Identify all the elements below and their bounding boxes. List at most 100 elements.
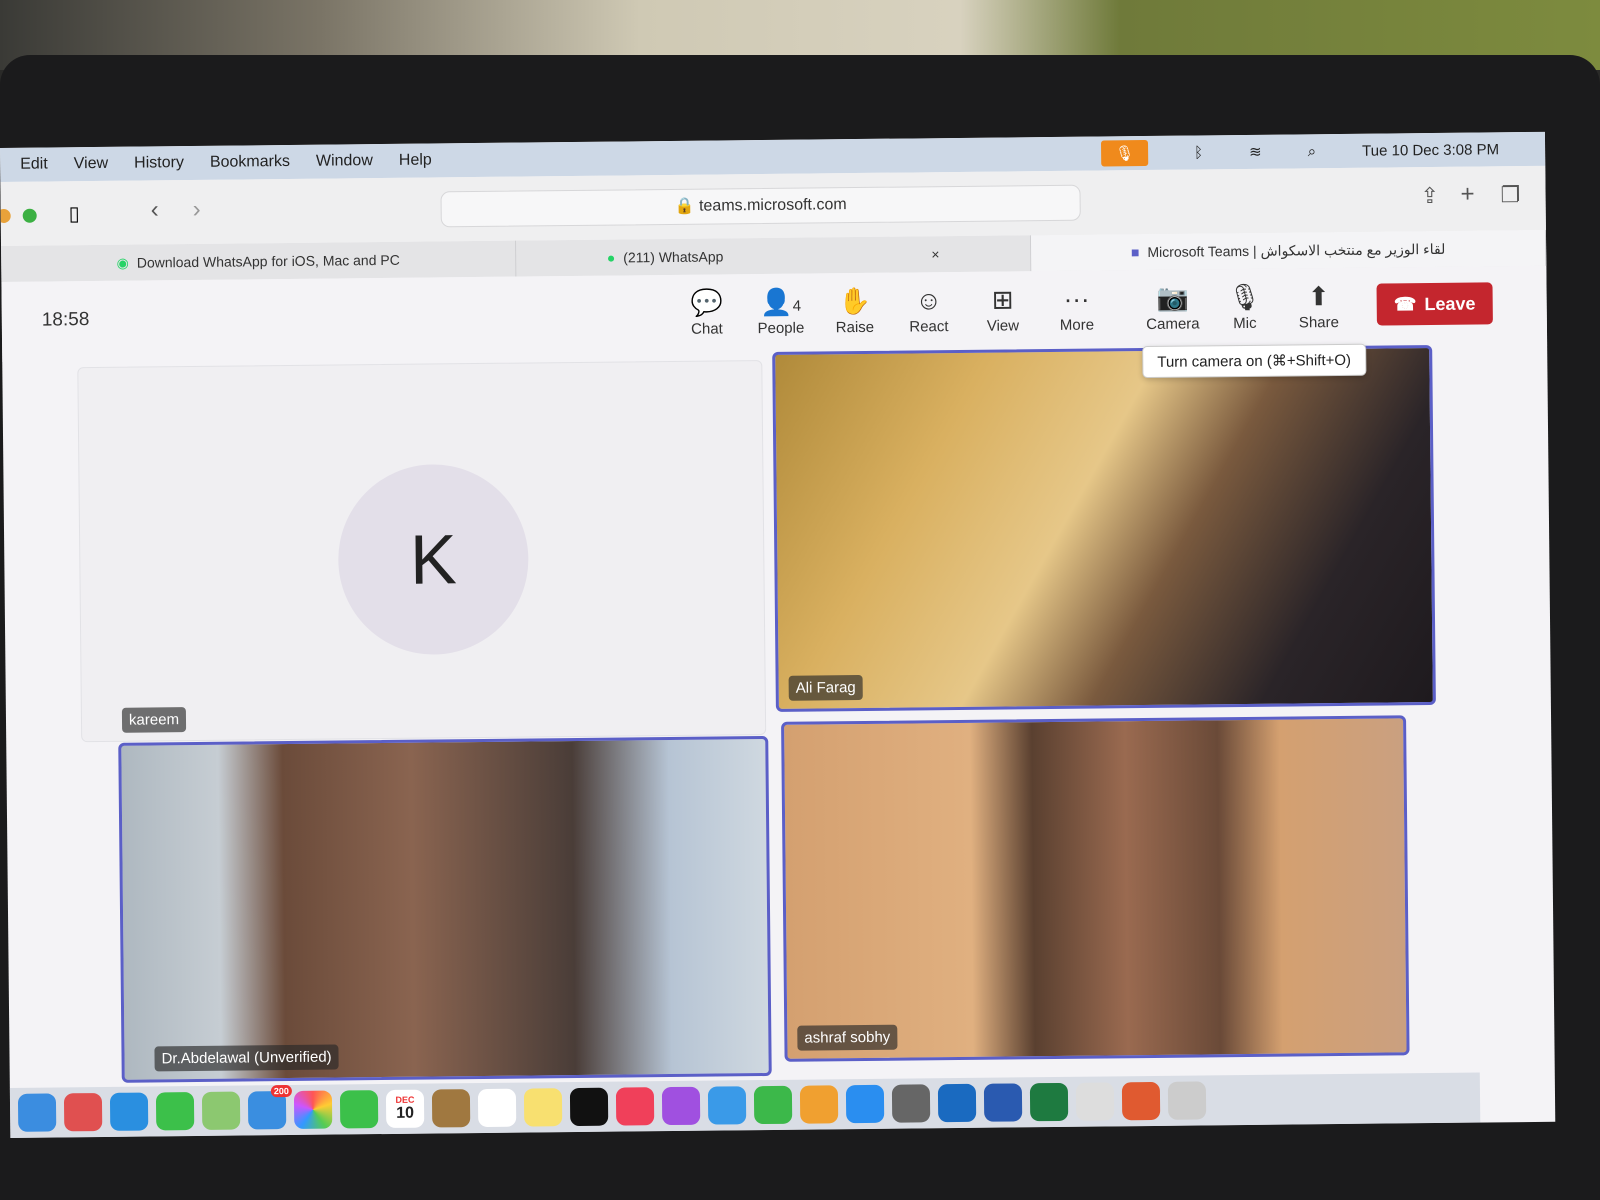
url-bar[interactable]: 🔒 teams.microsoft.com bbox=[440, 184, 1081, 228]
lock-icon: 🔒 bbox=[674, 197, 695, 215]
raise-button[interactable]: ✋ Raise bbox=[819, 283, 890, 337]
maps-icon[interactable] bbox=[201, 1091, 241, 1130]
tab-teams[interactable]: ■ Microsoft Teams | لقاء الوزير مع منتخب … bbox=[1030, 229, 1547, 272]
tab-whatsapp-download[interactable]: ◉ Download WhatsApp for iOS, Mac and PC bbox=[1, 240, 517, 282]
tv-icon[interactable] bbox=[569, 1087, 609, 1127]
teams-icon: ■ bbox=[1130, 244, 1140, 261]
safari-icon[interactable] bbox=[109, 1092, 149, 1131]
more-button[interactable]: ··· More bbox=[1041, 280, 1112, 334]
tab-label: Download WhatsApp for iOS, Mac and PC bbox=[136, 251, 400, 271]
whatsapp-icon: ◉ bbox=[116, 254, 129, 271]
people-button[interactable]: 👤4 People bbox=[745, 283, 816, 337]
finder-icon[interactable] bbox=[17, 1093, 57, 1132]
calendar-month: DEC bbox=[395, 1094, 415, 1105]
photos-icon[interactable] bbox=[293, 1090, 333, 1129]
pages-icon[interactable] bbox=[799, 1085, 839, 1124]
people-glyph: 👤 bbox=[760, 286, 793, 318]
word-icon[interactable] bbox=[983, 1083, 1023, 1122]
minimize-button[interactable] bbox=[0, 208, 11, 224]
leave-label: Leave bbox=[1424, 293, 1476, 314]
menu-view[interactable]: View bbox=[74, 155, 109, 173]
forward-icon[interactable]: › bbox=[193, 196, 201, 224]
mic-button[interactable]: 🎙 Mic bbox=[1209, 279, 1280, 333]
menu-window[interactable]: Window bbox=[316, 152, 373, 171]
label: Raise bbox=[835, 318, 875, 337]
bluetooth-icon[interactable]: ᛒ bbox=[1194, 144, 1203, 161]
label: More bbox=[1059, 316, 1095, 334]
messages-icon[interactable] bbox=[155, 1092, 195, 1131]
smiley-icon: ☺ bbox=[915, 285, 943, 316]
tab-label: (211) WhatsApp bbox=[623, 248, 724, 266]
label: View bbox=[986, 317, 1020, 335]
numbers-icon[interactable] bbox=[753, 1085, 793, 1125]
back-icon[interactable]: ‹ bbox=[151, 196, 159, 224]
participant-name: ashraf sobhy bbox=[797, 1024, 898, 1051]
menu-edit[interactable]: Edit bbox=[20, 156, 48, 174]
new-tab-icon[interactable]: + bbox=[1460, 181, 1474, 209]
view-button[interactable]: ⊞ View bbox=[967, 281, 1038, 335]
mail-icon[interactable]: 200 bbox=[247, 1084, 292, 1130]
participant-tile-ali-farag[interactable]: Ali Farag bbox=[772, 345, 1436, 712]
tab-label: Microsoft Teams | لقاء الوزير مع منتخب ا… bbox=[1147, 240, 1446, 260]
facetime-icon[interactable] bbox=[339, 1090, 379, 1129]
label: Chat bbox=[691, 320, 723, 338]
hand-icon: ✋ bbox=[838, 285, 871, 317]
outlook-icon[interactable] bbox=[937, 1083, 977, 1123]
excel-icon[interactable] bbox=[1029, 1082, 1069, 1122]
phone-icon: ☎ bbox=[1393, 293, 1417, 314]
contacts-icon[interactable] bbox=[431, 1089, 471, 1128]
chat-button[interactable]: 💬 Chat bbox=[671, 284, 742, 338]
participant-name: Ali Farag bbox=[788, 674, 863, 701]
laptop-screen: Edit View History Bookmarks Window Help … bbox=[0, 131, 1556, 1138]
music-icon[interactable] bbox=[615, 1087, 655, 1126]
reminders-icon[interactable] bbox=[477, 1088, 517, 1128]
mail-badge: 200 bbox=[270, 1084, 292, 1098]
clock[interactable]: Tue 10 Dec 3:08 PM bbox=[1362, 141, 1499, 159]
calendar-icon[interactable]: DEC 10 bbox=[385, 1089, 425, 1129]
menu-history[interactable]: History bbox=[134, 154, 184, 173]
share-button[interactable]: ⬆ Share bbox=[1283, 278, 1354, 332]
powerpoint-icon[interactable] bbox=[1121, 1081, 1161, 1121]
label: Camera bbox=[1146, 315, 1200, 334]
app-store-icon[interactable] bbox=[845, 1084, 885, 1124]
close-tab-icon[interactable]: × bbox=[931, 246, 939, 262]
more-icon: ··· bbox=[1063, 283, 1090, 314]
participant-tile-ashraf-sobhy[interactable]: ashraf sobhy bbox=[781, 715, 1410, 1062]
mic-icon[interactable]: 🎙 bbox=[1100, 139, 1149, 167]
grid-icon: ⊞ bbox=[991, 284, 1014, 315]
participant-name: kareem bbox=[121, 707, 187, 733]
sidebar-icon[interactable]: ▯ bbox=[69, 201, 80, 226]
whatsapp-icon[interactable] bbox=[1075, 1082, 1115, 1121]
camera-off-icon: 📷 bbox=[1156, 282, 1189, 313]
camera-button[interactable]: 📷 Camera bbox=[1137, 279, 1208, 333]
mic-icon: 🎙 bbox=[1227, 281, 1262, 313]
menu-bookmarks[interactable]: Bookmarks bbox=[210, 153, 290, 172]
share-icon[interactable]: ⇪ bbox=[1420, 183, 1439, 209]
podcasts-icon[interactable] bbox=[661, 1086, 701, 1126]
participant-tile-dr-abdelawal[interactable]: Dr.Abdelawal (Unverified) bbox=[118, 735, 772, 1083]
label: Share bbox=[1298, 313, 1340, 332]
label: React bbox=[909, 318, 949, 336]
menu-help[interactable]: Help bbox=[399, 151, 432, 169]
tab-whatsapp[interactable]: ● (211) WhatsApp × bbox=[515, 235, 1032, 277]
notes-icon[interactable] bbox=[523, 1088, 563, 1127]
launchpad-icon[interactable] bbox=[63, 1092, 103, 1132]
leave-button[interactable]: ☎ Leave bbox=[1376, 282, 1493, 326]
trash-icon[interactable] bbox=[1167, 1081, 1207, 1120]
settings-icon[interactable] bbox=[891, 1084, 931, 1123]
label: People bbox=[757, 319, 805, 338]
keynote-icon[interactable] bbox=[707, 1086, 747, 1125]
share-icon: ⬆ bbox=[1307, 281, 1330, 312]
zoom-button[interactable] bbox=[22, 208, 37, 223]
participant-tile-kareem[interactable]: K kareem bbox=[77, 360, 767, 743]
meeting-timer: 18:58 bbox=[41, 309, 90, 331]
meeting-toolbar: 18:58 💬 Chat 👤4 People ✋ Raise ☺ React ⊞ View… bbox=[1, 265, 1548, 379]
status-area: 🎙 ᛒ ≋ ⌕ Tue 10 Dec 3:08 PM bbox=[1100, 132, 1525, 170]
url-text: teams.microsoft.com bbox=[698, 196, 847, 215]
tab-overview-icon[interactable]: ❐ bbox=[1500, 182, 1520, 208]
wifi-icon[interactable]: ≋ bbox=[1249, 143, 1262, 161]
react-button[interactable]: ☺ React bbox=[893, 282, 964, 336]
label: Mic bbox=[1233, 314, 1257, 333]
search-icon[interactable]: ⌕ bbox=[1308, 143, 1317, 160]
camera-tooltip: Turn camera on (⌘+Shift+O) bbox=[1142, 343, 1367, 379]
